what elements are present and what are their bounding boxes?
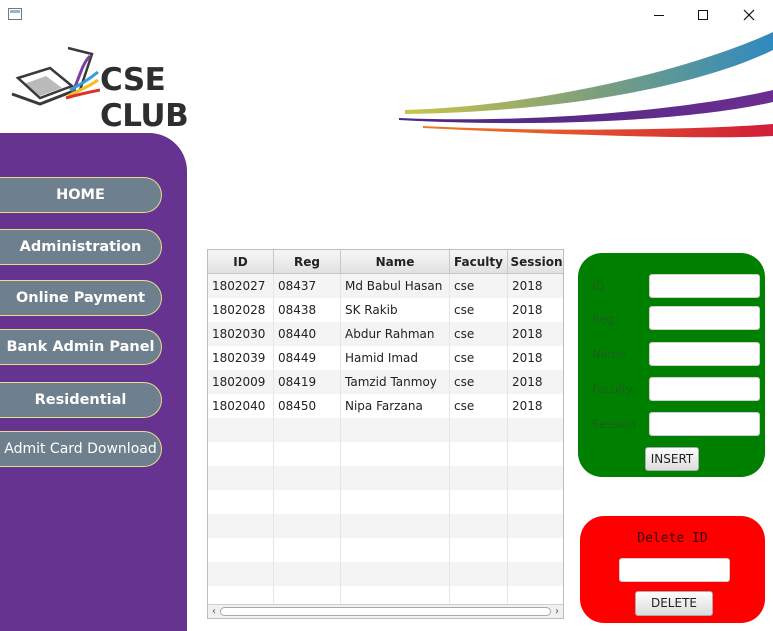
delete-id-label: Delete ID — [637, 531, 708, 546]
cell-id: 1802030 — [208, 322, 274, 346]
sidebar: HOME Administration Online Payment Bank … — [0, 133, 187, 631]
table-row[interactable]: 1802009 08419 Tamzid Tanmoy cse 2018 — [208, 370, 563, 394]
cell-id: 1802027 — [208, 274, 274, 298]
app-window: CSE CLUB HOME Administration Online Paym… — [0, 0, 773, 631]
column-header-name[interactable]: Name — [341, 250, 450, 274]
sidebar-item-online-payment[interactable]: Online Payment — [0, 280, 162, 316]
decorative-swoosh — [399, 32, 773, 138]
cell-name: Hamid Imad — [341, 346, 450, 370]
empty-table-row — [208, 442, 563, 466]
cell-reg: 08450 — [274, 394, 341, 418]
cell-session: 2018 — [512, 279, 543, 293]
cse-club-logo: CSE CLUB — [10, 46, 240, 134]
empty-table-row — [208, 490, 563, 514]
reg-field[interactable] — [649, 306, 760, 330]
cell-name: Md Babul Hasan — [341, 274, 450, 298]
student-table[interactable]: ID Reg Name Faculty Session 1802027 0843… — [207, 249, 564, 619]
scroll-left-icon[interactable]: ‹ — [208, 605, 220, 618]
sidebar-item-home[interactable]: HOME — [0, 177, 162, 213]
minimize-button[interactable] — [636, 0, 682, 30]
logo-title: CSE CLUB — [100, 62, 189, 134]
empty-table-row — [208, 418, 563, 442]
cell-id: 1802028 — [208, 298, 274, 322]
app-window-icon — [8, 8, 22, 20]
column-header-faculty[interactable]: Faculty — [450, 250, 508, 274]
column-header-reg[interactable]: Reg — [274, 250, 341, 274]
empty-table-row — [208, 466, 563, 490]
sidebar-item-administration[interactable]: Administration — [0, 229, 162, 265]
insert-panel: ID Reg Name Faculty Session INSERT — [578, 253, 765, 477]
close-icon — [743, 9, 755, 21]
cell-name: Abdur Rahman — [341, 322, 450, 346]
cell-session: 2018 — [512, 375, 543, 389]
cell-faculty: cse — [450, 394, 508, 418]
table-row[interactable]: 1802030 08440 Abdur Rahman cse 2018 — [208, 322, 563, 346]
cell-faculty: cse — [450, 346, 508, 370]
cell-name: Nipa Farzana — [341, 394, 450, 418]
column-header-session[interactable]: Session — [508, 250, 563, 274]
delete-panel: Delete ID DELETE — [580, 516, 765, 623]
horizontal-scrollbar[interactable]: ‹ › — [208, 604, 563, 618]
cell-id: 1802009 — [208, 370, 274, 394]
cell-session: 2018 — [512, 327, 543, 341]
cell-id: 1802040 — [208, 394, 274, 418]
close-button[interactable] — [726, 0, 772, 30]
session-field[interactable] — [649, 412, 760, 436]
cell-name: Tamzid Tanmoy — [341, 370, 450, 394]
cell-faculty: cse — [450, 298, 508, 322]
table-row[interactable]: 1802040 08450 Nipa Farzana cse 2018 — [208, 394, 563, 418]
name-field[interactable] — [649, 342, 760, 366]
minimize-icon — [654, 15, 664, 16]
cell-faculty: cse — [450, 274, 508, 298]
cell-name: SK Rakib — [341, 298, 450, 322]
column-header-id[interactable]: ID — [208, 250, 274, 274]
insert-button[interactable]: INSERT — [645, 447, 699, 471]
scrollbar-thumb[interactable] — [220, 607, 551, 616]
cell-faculty: cse — [450, 322, 508, 346]
table-row[interactable]: 1802027 08437 Md Babul Hasan cse 2018 — [208, 274, 563, 298]
maximize-button[interactable] — [680, 0, 726, 30]
cell-session: 2018 — [512, 351, 543, 365]
delete-button[interactable]: DELETE — [635, 591, 713, 616]
reg-label: Reg — [592, 312, 614, 326]
session-label: Session — [592, 417, 636, 431]
id-label: ID — [592, 279, 605, 293]
cell-reg: 08419 — [274, 370, 341, 394]
cell-reg: 08438 — [274, 298, 341, 322]
faculty-field[interactable] — [649, 377, 760, 401]
empty-table-row — [208, 514, 563, 538]
empty-table-row — [208, 562, 563, 586]
cell-reg: 08437 — [274, 274, 341, 298]
sidebar-item-residential[interactable]: Residential — [0, 382, 162, 418]
laptop-logo-icon — [11, 46, 100, 106]
cell-session: 2018 — [512, 399, 543, 413]
cell-faculty: cse — [450, 370, 508, 394]
table-row[interactable]: 1802039 08449 Hamid Imad cse 2018 — [208, 346, 563, 370]
cell-reg: 08440 — [274, 322, 341, 346]
faculty-label: Faculty — [592, 382, 633, 396]
delete-id-field[interactable] — [619, 558, 730, 582]
cell-reg: 08449 — [274, 346, 341, 370]
cell-session: 2018 — [512, 303, 543, 317]
scroll-right-icon[interactable]: › — [551, 605, 563, 618]
table-header: ID Reg Name Faculty Session — [208, 250, 563, 274]
maximize-icon — [698, 10, 708, 20]
table-row[interactable]: 1802028 08438 SK Rakib cse 2018 — [208, 298, 563, 322]
id-field[interactable] — [649, 274, 760, 298]
sidebar-item-bank-admin-panel[interactable]: Bank Admin Panel — [0, 329, 162, 365]
name-label: Name — [592, 347, 626, 361]
cell-id: 1802039 — [208, 346, 274, 370]
empty-table-row — [208, 538, 563, 562]
sidebar-item-admit-card-download[interactable]: Admit Card Download — [0, 431, 162, 467]
